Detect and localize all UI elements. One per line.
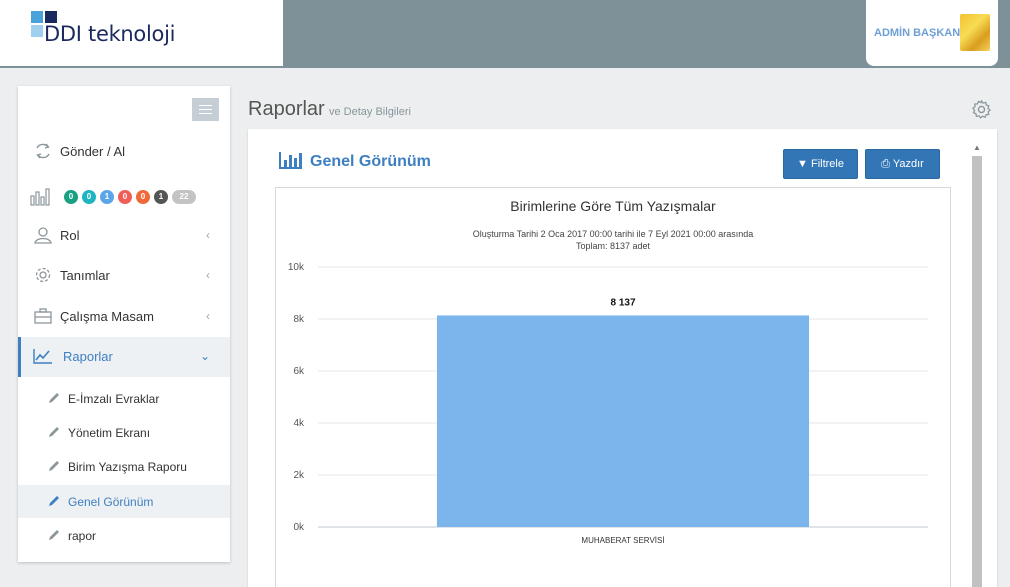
status-badge[interactable]: 0 xyxy=(136,190,150,204)
sidebar-item-tanimlar[interactable]: Tanımlar ‹ xyxy=(18,256,230,294)
bar-chart-icon xyxy=(30,188,50,206)
print-button[interactable]: ⎙ Yazdır xyxy=(865,149,940,179)
pencil-icon xyxy=(49,393,59,403)
filter-button-label: Filtrele xyxy=(810,158,844,170)
status-badge[interactable]: 1 xyxy=(154,190,168,204)
sidebar-subitem-birim-yazisma-raporu[interactable]: Birim Yazışma Raporu xyxy=(18,450,230,483)
y-tick-label: 8k xyxy=(293,314,305,325)
sidebar-subitem-label: Birim Yazışma Raporu xyxy=(68,460,187,474)
refresh-icon xyxy=(36,143,50,159)
sidebar-subitem-label: E-İmzalı Evraklar xyxy=(68,392,160,406)
chart-plot: 0k 2k 4k 6k 8k 10k 8 137 MUHABERAT SERVİSİ xyxy=(288,262,928,545)
sidebar: Gönder / Al 0 0 1 0 0 1 22 Rol ‹ Tanımla… xyxy=(18,86,230,562)
page-subtitle: ve Detay Bilgileri xyxy=(329,106,411,118)
y-tick-label: 6k xyxy=(293,366,305,377)
panel-title: Genel Görünüm xyxy=(310,153,431,170)
sidebar-subitem-yonetim-ekrani[interactable]: Yönetim Ekranı xyxy=(18,416,230,449)
bar-chart-icon xyxy=(279,152,302,169)
briefcase-icon xyxy=(34,308,52,324)
y-tick-label: 2k xyxy=(293,470,305,481)
scroll-up-arrow-icon[interactable]: ▲ xyxy=(973,143,981,152)
status-badge[interactable]: 0 xyxy=(64,190,78,204)
status-badge[interactable]: 22 xyxy=(172,190,196,204)
user-icon xyxy=(34,227,52,244)
sidebar-subitem-rapor[interactable]: rapor xyxy=(18,519,230,552)
scrollbar-thumb[interactable] xyxy=(972,156,982,587)
logo[interactable]: DDI teknoloji xyxy=(0,0,283,66)
user-menu[interactable]: ADMİN BAŞKAN xyxy=(866,0,998,66)
status-badge[interactable]: 0 xyxy=(118,190,132,204)
hamburger-menu-icon[interactable] xyxy=(192,98,219,121)
filter-icon: ▼ xyxy=(797,158,808,170)
status-badge[interactable]: 1 xyxy=(100,190,114,204)
y-tick-label: 0k xyxy=(293,522,305,533)
sidebar-item-calisma-masam[interactable]: Çalışma Masam ‹ xyxy=(18,297,230,335)
sidebar-item-label: Rol xyxy=(60,228,80,243)
chart: Birimlerine Göre Tüm Yazışmalar Oluşturm… xyxy=(275,187,951,587)
print-button-label: Yazdır xyxy=(892,158,924,170)
user-name: ADMİN BAŞKAN xyxy=(874,27,961,39)
gear-icon xyxy=(35,267,51,283)
page-title: Raporlar xyxy=(248,98,325,120)
bar xyxy=(436,315,810,527)
sidebar-item-label: Çalışma Masam xyxy=(60,309,154,324)
settings-gear-icon[interactable] xyxy=(971,99,992,120)
sidebar-item-raporlar[interactable]: Raporlar ⌄ xyxy=(18,337,230,377)
sidebar-item-gonder-al[interactable]: Gönder / Al xyxy=(18,132,230,170)
y-tick-label: 10k xyxy=(288,262,305,273)
sidebar-item-label: Raporlar xyxy=(63,349,113,364)
chevron-left-icon: ‹ xyxy=(206,228,210,242)
sidebar-subitem-label: Genel Görünüm xyxy=(68,495,154,509)
chevron-down-icon: ⌄ xyxy=(199,349,210,363)
avatar[interactable] xyxy=(960,14,990,51)
line-chart-icon xyxy=(33,349,52,364)
sidebar-subitem-label: rapor xyxy=(68,529,97,543)
report-panel: Genel Görünüm ▼ Filtrele ⎙ Yazdır Biriml… xyxy=(248,129,997,587)
pencil-icon xyxy=(49,496,59,506)
scrollbar[interactable]: ▲ xyxy=(971,141,983,587)
sidebar-subitem-label: Yönetim Ekranı xyxy=(68,426,151,440)
logo-text: DDI teknoloji xyxy=(44,22,176,46)
sidebar-item-label: Gönder / Al xyxy=(60,144,126,159)
pencil-icon xyxy=(49,427,59,437)
x-tick-label: MUHABERAT SERVİSİ xyxy=(581,536,664,545)
chevron-left-icon: ‹ xyxy=(206,268,210,282)
chevron-left-icon: ‹ xyxy=(206,309,210,323)
print-icon: ⎙ xyxy=(881,158,890,170)
sidebar-subitem-e-imzali-evraklar[interactable]: E-İmzalı Evraklar xyxy=(18,382,230,415)
status-badge[interactable]: 0 xyxy=(82,190,96,204)
sidebar-subitem-genel-gorunum[interactable]: Genel Görünüm xyxy=(18,485,230,518)
pencil-icon xyxy=(49,461,59,471)
sidebar-item-rol[interactable]: Rol ‹ xyxy=(18,216,230,254)
y-tick-label: 4k xyxy=(293,418,305,429)
pencil-icon xyxy=(49,530,59,540)
filter-button[interactable]: ▼ Filtrele xyxy=(783,149,858,179)
data-label: 8 137 xyxy=(610,297,635,308)
top-bar: DDI teknoloji ADMİN BAŞKAN xyxy=(0,0,1010,68)
sidebar-item-label: Tanımlar xyxy=(60,268,110,283)
